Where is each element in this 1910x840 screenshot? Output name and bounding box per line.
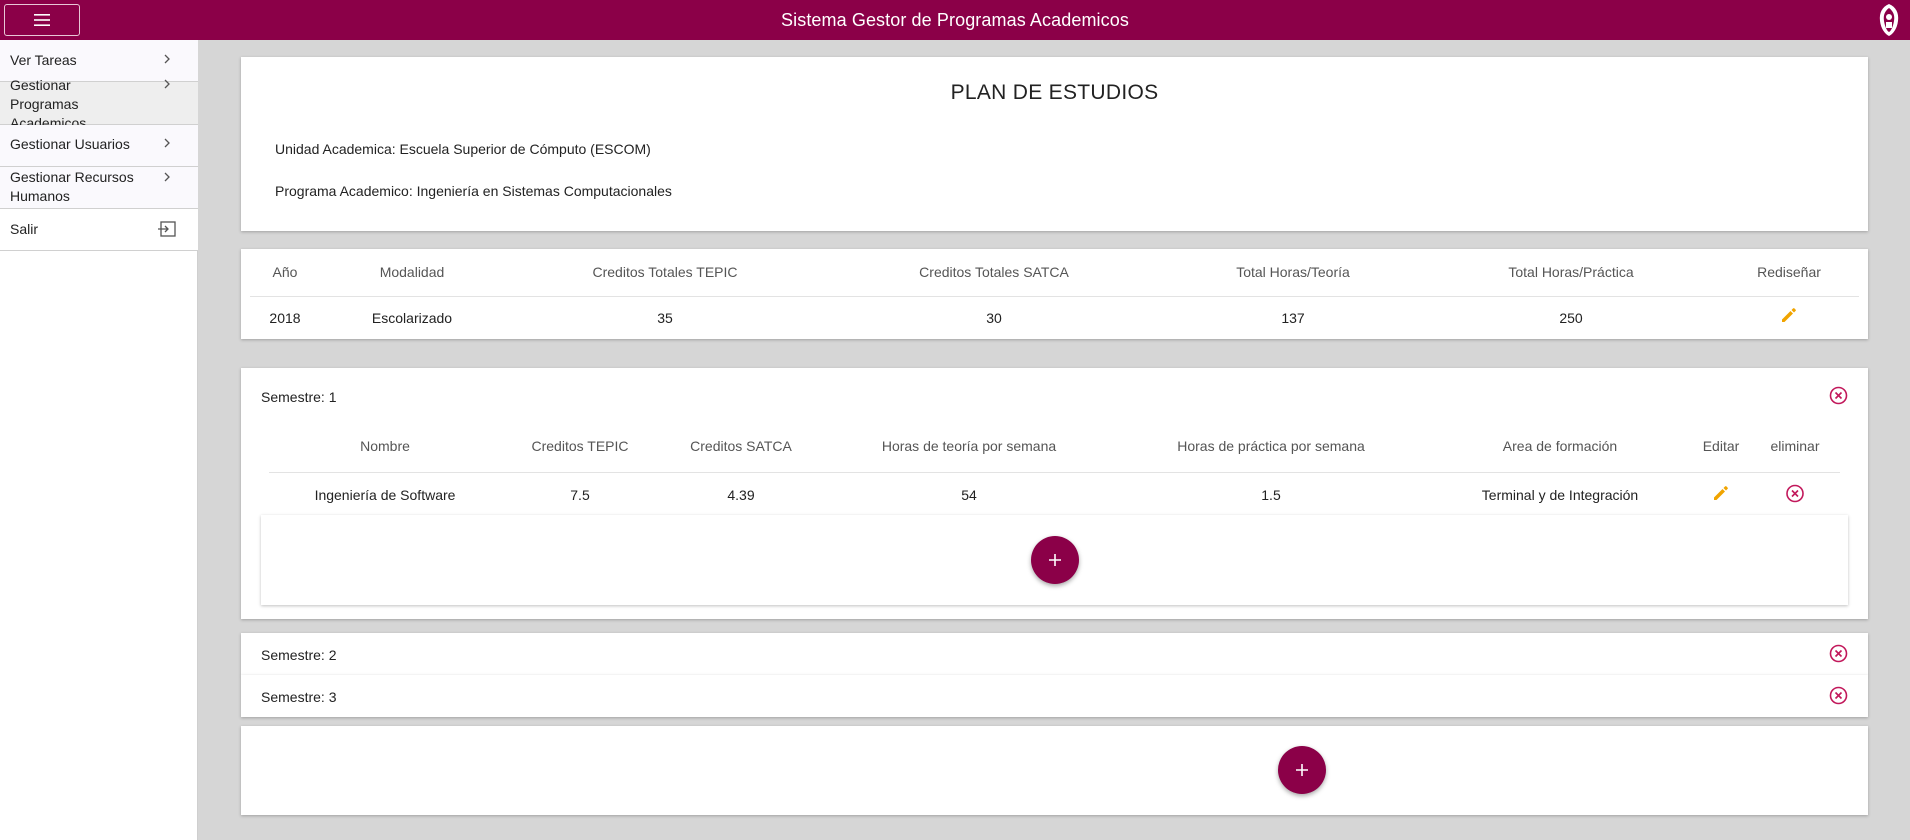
remove-semester-icon[interactable] [1829,386,1848,405]
anio-cell: 2018 [269,310,301,326]
semester-panel-2[interactable]: Semestre: 2 [241,633,1868,675]
semester-panel-3[interactable]: Semestre: 3 [241,675,1868,717]
column-header: Total Horas/Práctica [1508,264,1634,280]
column-header: Creditos Totales TEPIC [592,264,738,280]
add-semester-button[interactable] [1278,746,1326,794]
semester-title[interactable]: Semestre: 2 [261,647,336,663]
pencil-icon [1782,308,1796,322]
add-semester-area [241,726,1868,815]
sidebar-item-label: Ver Tareas [10,52,77,68]
remove-semester-icon[interactable] [1829,686,1848,705]
sidebar-item-gestionar-recursos-humanos[interactable]: Gestionar Recursos Humanos [0,167,198,209]
column-header: Año [272,264,298,280]
sidebar-item-gestionar-usuarios[interactable]: Gestionar Usuarios [0,125,198,167]
exit-icon [158,221,176,237]
column-header: eliminar [1770,438,1820,454]
nombre-cell: Ingeniería de Software [314,487,456,503]
pencil-icon [1714,486,1728,500]
horas-practica-cell: 1.5 [1261,487,1281,503]
plus-icon [1296,764,1308,776]
page-title: PLAN DE ESTUDIOS [950,81,1159,104]
chevron-right-icon [164,138,170,148]
semester-title[interactable]: Semestre: 3 [261,689,336,705]
divider [250,296,1859,297]
institution-logo-icon [1879,4,1899,36]
programa-academico-text: Programa Academico: Ingeniería en Sistem… [275,183,672,199]
creditos-tepic-cell: 35 [657,310,673,326]
remove-semester-icon[interactable] [1829,644,1848,663]
plan-header-card: PLAN DE ESTUDIOS Unidad Academica: Escue… [241,57,1868,231]
horas-practica-cell: 250 [1559,310,1583,326]
edit-subject-button[interactable] [1712,484,1730,505]
remove-circle-icon [1786,484,1804,503]
chevron-right-icon [164,54,170,64]
horas-teoria-cell: 54 [961,487,977,503]
add-subject-area [261,515,1848,605]
plan-summary-table: Año Modalidad Creditos Totales TEPIC Cre… [241,249,1868,339]
creditos-tepic-cell: 7.5 [570,487,590,503]
modalidad-cell: Escolarizado [371,310,453,326]
column-header: Creditos SATCA [690,438,792,454]
sidebar-item-salir[interactable]: Salir [0,209,198,251]
area-formacion-cell: Terminal y de Integración [1481,487,1639,503]
sidebar: Ver Tareas Gestionar Programas Academico… [0,40,198,840]
column-header: Nombre [360,438,410,454]
column-header: Creditos Totales SATCA [919,264,1069,280]
creditos-satca-cell: 4.39 [727,487,755,503]
table-row: 2018 Escolarizado 35 30 137 250 [241,298,1868,339]
redisenar-button[interactable] [1780,306,1798,327]
sidebar-item-label: Salir [10,221,39,237]
top-app-bar: Sistema Gestor de Programas Academicos [0,0,1910,40]
table-header-row: Año Modalidad Creditos Totales TEPIC Cre… [241,249,1868,297]
column-header: Creditos TEPIC [531,438,629,454]
column-header: Horas de teoría por semana [881,438,1057,454]
column-header: Horas de práctica por semana [1177,438,1365,454]
semester-panel-1: Semestre: 1 Nombre Creditos TEPIC Credit… [241,368,1868,619]
table-header-row: Nombre Creditos TEPIC Creditos SATCA Hor… [241,424,1868,464]
sidebar-item-label: Gestionar Usuarios [10,136,130,152]
app-title: Sistema Gestor de Programas Academicos [781,10,1129,30]
horas-teoria-cell: 137 [1281,310,1305,326]
unidad-academica-text: Unidad Academica: Escuela Superior de Có… [275,141,651,157]
column-header: Total Horas/Teoría [1236,264,1350,280]
sidebar-item-label: Gestionar Recursos Humanos [10,169,134,204]
column-header: Editar [1702,438,1740,454]
sidebar-item-gestionar-programas[interactable]: Gestionar Programas Academicos [0,77,198,131]
table-row: Ingeniería de Software 7.5 4.39 54 1.5 T… [241,473,1868,515]
column-header: Area de formación [1502,438,1618,454]
delete-subject-button[interactable] [1786,484,1805,506]
creditos-satca-cell: 30 [986,310,1002,326]
column-header: Modalidad [379,264,445,280]
chevron-right-icon [164,172,170,182]
plus-icon [1049,554,1061,566]
chevron-right-icon [164,79,170,89]
column-header: Rediseñar [1757,264,1821,280]
semester-title[interactable]: Semestre: 1 [261,389,336,405]
add-subject-button[interactable] [1031,536,1079,584]
